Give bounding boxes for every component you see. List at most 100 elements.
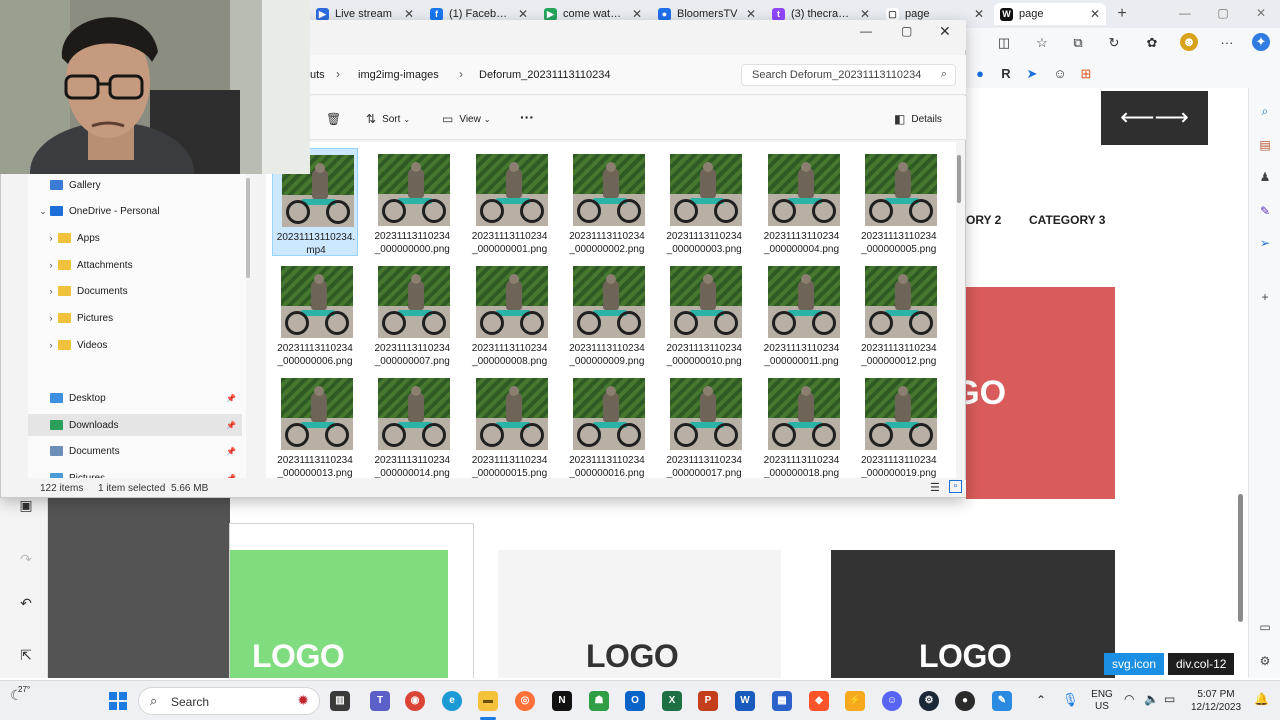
collections-icon[interactable]: ⧉ (1069, 34, 1087, 52)
sidebar-chess-icon[interactable]: ♟ (1256, 168, 1274, 186)
file-item[interactable]: 20231113110234 _000000009.png (564, 260, 650, 368)
nav-chevron-icon[interactable]: › (44, 313, 58, 323)
pin-icon[interactable]: 📌 (226, 474, 236, 479)
favorites-star-icon[interactable]: ☆ (1033, 34, 1051, 52)
powerpoint-icon[interactable]: P (698, 691, 718, 711)
sidebar-designer-icon[interactable]: ✎ (1256, 202, 1274, 220)
open-external-icon[interactable]: ⇱ (17, 646, 35, 664)
battery-icon[interactable]: ▭ (1164, 692, 1175, 706)
ext-r-icon[interactable]: R (997, 65, 1015, 83)
ext-face-icon[interactable]: ☺ (1051, 65, 1069, 83)
browser-tab[interactable]: Wpage ✕ (994, 3, 1106, 25)
page-scrollbar-thumb[interactable] (1238, 494, 1243, 622)
wifi-icon[interactable]: ◠ (1124, 692, 1134, 706)
task-view-icon[interactable]: ▥ (330, 691, 350, 711)
file-item[interactable]: 20231113110234 _000000015.png (467, 372, 553, 478)
history-icon[interactable]: ↻ (1105, 34, 1123, 52)
explorer-maximize-button[interactable]: ▢ (901, 24, 912, 38)
nav-item[interactable]: › Attachments (28, 254, 242, 276)
more-options-button[interactable]: ··· (520, 109, 534, 125)
file-item[interactable]: 20231113110234 _000000011.png (759, 260, 845, 368)
pin-icon[interactable]: 📌 (226, 447, 236, 456)
store-icon[interactable]: ▦ (772, 691, 792, 711)
profile-avatar-icon[interactable]: ☻ (1180, 33, 1198, 51)
word-icon[interactable]: W (735, 691, 755, 711)
nav-chevron-icon[interactable]: ⌄ (36, 206, 50, 217)
paint-app-icon[interactable]: ✎ (992, 691, 1012, 711)
excel-icon[interactable]: X (662, 691, 682, 711)
file-item[interactable]: 20231113110234 _000000018.png (759, 372, 845, 478)
file-item[interactable]: 20231113110234 _000000005.png (856, 148, 942, 256)
copilot-icon[interactable]: ✦ (1252, 33, 1270, 51)
breadcrumb-img2img-images[interactable]: img2img-images (358, 69, 439, 81)
nav-chevron-icon[interactable]: › (44, 233, 58, 243)
pin-icon[interactable]: 📌 (226, 421, 236, 430)
list-view-icon[interactable]: ☰ (930, 481, 940, 494)
brave-icon[interactable]: ◆ (809, 691, 829, 711)
breadcrumb-uts[interactable]: uts (310, 69, 325, 81)
nav-chevron-icon[interactable]: › (44, 260, 58, 270)
discord-icon[interactable]: ☺ (882, 691, 902, 711)
microphone-icon[interactable]: 🎙 (1062, 692, 1079, 708)
nav-pane-scrollbar[interactable] (246, 178, 250, 278)
more-menu-icon[interactable]: ··· (1218, 34, 1236, 52)
show-hidden-icons-chevron[interactable]: ⌃ (1036, 693, 1046, 707)
redo-icon[interactable]: ↷ (17, 550, 35, 568)
file-item[interactable]: 20231113110234 _000000016.png (564, 372, 650, 478)
browser-minimize-button[interactable]: — (1170, 4, 1200, 22)
sidebar-settings-icon[interactable]: ⚙ (1256, 652, 1274, 670)
sidebar-briefcase-icon[interactable]: ▤ (1256, 136, 1274, 154)
file-item[interactable]: 20231113110234 _000000017.png (661, 372, 747, 478)
nav-chevron-icon[interactable]: › (44, 286, 58, 296)
file-item[interactable]: 20231113110234 _000000014.png (369, 372, 455, 478)
sort-button[interactable]: ⇅ Sort ⌄ (366, 112, 410, 126)
firefox-icon[interactable]: ◎ (515, 691, 535, 711)
nav-item[interactable]: Documents 📌 (28, 440, 242, 462)
nav-item[interactable]: Desktop 📌 (28, 387, 242, 409)
browser-close-button[interactable]: ✕ (1246, 4, 1276, 22)
xbox-app-icon[interactable]: ☗ (589, 691, 609, 711)
ext-office-icon[interactable]: ⊞ (1077, 65, 1095, 83)
outlook-icon[interactable]: O (625, 691, 645, 711)
details-button[interactable]: ◧ Details (894, 112, 942, 126)
file-item[interactable]: 20231113110234 _000000004.png (759, 148, 845, 256)
notifications-bell-icon[interactable]: 🔔 (1254, 692, 1269, 706)
file-item[interactable]: 20231113110234 _000000019.png (856, 372, 942, 478)
steam-icon[interactable]: ⚙ (919, 691, 939, 711)
ext-arrow-icon[interactable]: ➤ (1023, 65, 1041, 83)
nav-item[interactable]: › Documents (28, 280, 242, 302)
carousel-arrows-button[interactable]: ⟵⟶ (1101, 91, 1208, 145)
delete-button[interactable]: 🗑 (326, 112, 347, 126)
category-3-link[interactable]: CATEGORY 3 (1029, 213, 1105, 227)
file-item[interactable]: 20231113110234 _000000003.png (661, 148, 747, 256)
chrome-icon[interactable]: ◉ (405, 691, 425, 711)
tab-close-icon[interactable]: ✕ (404, 7, 414, 21)
language-indicator[interactable]: ENG US (1088, 689, 1116, 713)
file-item[interactable]: 20231113110234 _000000006.png (272, 260, 358, 368)
explorer-search-input[interactable]: Search Deforum_20231113110234 ⌕ (741, 64, 956, 86)
file-item[interactable]: 20231113110234 _000000007.png (369, 260, 455, 368)
tab-close-icon[interactable]: ✕ (632, 7, 642, 21)
sidebar-add-icon[interactable]: + (1256, 288, 1274, 306)
sidebar-search-icon[interactable]: ⌕ (1256, 102, 1274, 120)
undo-icon[interactable]: ↶ (17, 594, 35, 612)
sidebar-split-icon[interactable]: ▭ (1256, 618, 1274, 636)
view-button[interactable]: ▭ View ⌄ (442, 112, 491, 126)
browser-maximize-button[interactable]: ▢ (1208, 4, 1238, 22)
edge-icon[interactable]: e (442, 691, 462, 711)
new-tab-button[interactable]: + (1112, 4, 1132, 24)
file-item[interactable]: 20231113110234 _000000001.png (467, 148, 553, 256)
file-item[interactable]: 20231113110234 _000000000.png (369, 148, 455, 256)
tab-close-icon[interactable]: ✕ (974, 7, 984, 21)
nav-item[interactable]: ⌄ OneDrive - Personal (28, 200, 242, 222)
file-item[interactable]: 20231113110234 _000000012.png (856, 260, 942, 368)
start-button[interactable] (108, 691, 128, 711)
explorer-minimize-button[interactable]: — (860, 24, 872, 38)
tab-close-icon[interactable]: ✕ (518, 7, 528, 21)
nav-item[interactable]: › Pictures (28, 307, 242, 329)
grid-view-icon[interactable]: ▫ (949, 480, 962, 493)
nav-item[interactable]: Gallery (28, 174, 242, 196)
tab-close-icon[interactable]: ✕ (1090, 7, 1100, 21)
extensions-icon[interactable]: ✿ (1143, 34, 1161, 52)
file-item[interactable]: 20231113110234 _000000010.png (661, 260, 747, 368)
